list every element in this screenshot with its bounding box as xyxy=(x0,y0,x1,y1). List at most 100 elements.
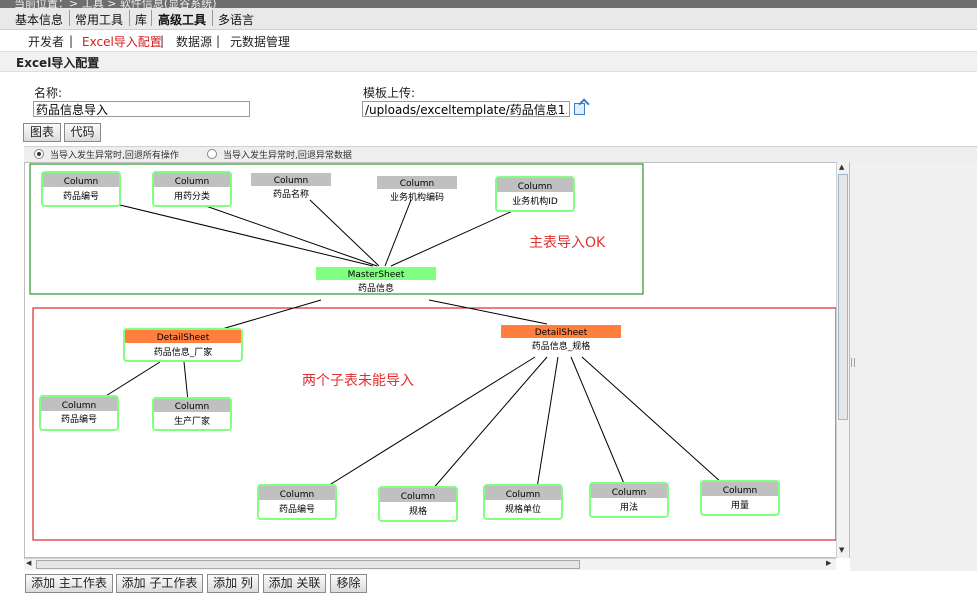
annotation-master-ok: 主表导入OK xyxy=(529,235,606,251)
node-title: MasterSheet xyxy=(348,270,405,280)
right-pane: || xyxy=(850,162,977,571)
menu-separator xyxy=(151,10,152,26)
scroll-right-icon[interactable]: ▶ xyxy=(826,559,831,567)
connector-line xyxy=(384,199,412,267)
master-column-node[interactable]: Column 业务机构ID xyxy=(495,176,575,212)
node-title: Column xyxy=(723,486,757,496)
node-title: Column xyxy=(518,182,552,192)
connector-line xyxy=(390,208,518,267)
page-title: Excel导入配置 xyxy=(16,56,100,70)
name-label: 名称: xyxy=(34,86,63,100)
node-title: Column xyxy=(401,492,435,502)
node-label: 用量 xyxy=(731,500,749,511)
vertical-scrollbar[interactable]: ▲ ▼ xyxy=(836,162,849,558)
node-title: Column xyxy=(612,488,646,498)
node-label: 药品编号 xyxy=(279,503,315,515)
submenu-datasource[interactable]: 数据源 xyxy=(176,33,212,50)
scroll-left-icon[interactable]: ◀ xyxy=(26,559,31,567)
submenu-separator: | xyxy=(69,34,74,48)
node-label: 药品信息 xyxy=(358,282,394,294)
master-sheet-node[interactable]: MasterSheet 药品信息 xyxy=(316,267,436,294)
node-label: 药品编号 xyxy=(61,413,97,425)
menu-item-common-tools[interactable]: 常用工具 xyxy=(75,11,123,28)
connector-line xyxy=(428,299,548,325)
master-column-node[interactable]: Column 药品编号 xyxy=(41,171,121,207)
submenu-developer[interactable]: 开发者 xyxy=(28,33,64,50)
detail-column-node[interactable]: Column 药品编号 xyxy=(39,395,119,431)
node-title: Column xyxy=(400,179,434,189)
scroll-down-icon[interactable]: ▼ xyxy=(839,546,844,554)
connector-line xyxy=(570,356,626,487)
option-rollback-all-label: 当导入发生异常时,回退所有操作 xyxy=(50,151,179,161)
radio-rollback-error[interactable] xyxy=(207,149,217,159)
breadcrumb-bar: 当前位置：> 工具 > 软件信息(显谷系统) xyxy=(0,0,977,8)
scroll-up-icon[interactable]: ▲ xyxy=(839,163,844,171)
add-child-sheet-button[interactable]: 添加 子工作表 xyxy=(116,574,203,593)
node-title: Column xyxy=(175,177,209,187)
node-label: 规格单位 xyxy=(505,503,541,515)
node-title: Column xyxy=(506,490,540,500)
detail-column-node[interactable]: Column 生产厂家 xyxy=(152,397,232,431)
add-relation-button[interactable]: 添加 关联 xyxy=(263,574,326,593)
add-main-sheet-button[interactable]: 添加 主工作表 xyxy=(25,574,113,593)
detail-column-node[interactable]: Column 规格单位 xyxy=(483,484,563,520)
remove-button[interactable]: 移除 xyxy=(330,574,367,593)
menu-item-advanced-tools[interactable]: 高级工具 xyxy=(158,11,206,28)
name-input[interactable] xyxy=(33,101,250,117)
tab-chart[interactable]: 图表 xyxy=(23,123,61,142)
add-column-button[interactable]: 添加 列 xyxy=(207,574,259,593)
node-label: 药品名称 xyxy=(273,188,309,200)
menu-item-multilanguage[interactable]: 多语言 xyxy=(218,11,254,28)
vertical-scroll-thumb[interactable] xyxy=(838,174,848,420)
template-label: 模板上传: xyxy=(363,86,416,100)
menu-separator xyxy=(212,10,213,26)
detail-sheet-node[interactable]: DetailSheet 药品信息_规格 xyxy=(501,325,621,352)
connector-line xyxy=(221,299,322,330)
node-title: Column xyxy=(175,402,209,412)
node-label: 用药分类 xyxy=(174,190,210,202)
splitter-grip[interactable]: || xyxy=(850,358,856,368)
menu-item-basic-info[interactable]: 基本信息 xyxy=(15,11,63,28)
submenu-separator: | xyxy=(216,34,221,48)
connector-line xyxy=(309,199,380,267)
node-label: 生产厂家 xyxy=(174,415,210,427)
detail-sheet-node[interactable]: DetailSheet 药品信息_厂家 xyxy=(123,328,243,362)
node-label: 业务机构编码 xyxy=(390,191,444,203)
connector-line xyxy=(119,204,374,267)
menu-item-library[interactable]: 库 xyxy=(135,11,147,28)
diagram-svg: Column 药品编号 Column 用药分类 Column 药品名称 Colu… xyxy=(29,163,837,541)
annotation-detail-failed: 两个子表未能导入 xyxy=(302,373,414,389)
radio-rollback-all[interactable] xyxy=(34,149,44,159)
detail-column-node[interactable]: Column 药品编号 xyxy=(257,484,337,520)
horizontal-scroll-thumb[interactable] xyxy=(36,560,580,569)
detail-column-node[interactable]: Column 用法 xyxy=(589,482,669,518)
menu-separator xyxy=(129,10,130,26)
node-label: 药品信息_厂家 xyxy=(154,346,213,358)
connector-line xyxy=(100,361,161,400)
master-column-node[interactable]: Column 药品名称 xyxy=(251,173,331,200)
option-rollback-error-label: 当导入发生异常时,回退异常数据 xyxy=(223,151,352,161)
master-column-node[interactable]: Column 用药分类 xyxy=(152,171,232,207)
node-label: 用法 xyxy=(620,501,638,513)
connector-line xyxy=(536,356,559,489)
submenu-metadata[interactable]: 元数据管理 xyxy=(230,33,290,50)
tab-code[interactable]: 代码 xyxy=(64,123,101,142)
master-column-node[interactable]: Column 业务机构编码 xyxy=(377,176,457,203)
submenu-excel-import[interactable]: Excel导入配置 xyxy=(82,33,162,50)
submenu-separator: | xyxy=(160,34,165,48)
node-label: 药品信息_规格 xyxy=(532,340,591,352)
node-title: Column xyxy=(62,401,96,411)
node-title: DetailSheet xyxy=(535,328,588,338)
horizontal-scrollbar[interactable]: ◀ ▶ xyxy=(24,558,836,570)
template-path-input[interactable] xyxy=(362,101,570,117)
detail-column-node[interactable]: Column 用量 xyxy=(700,480,780,516)
node-label: 业务机构ID xyxy=(512,195,558,207)
diagram-canvas[interactable]: Column 药品编号 Column 用药分类 Column 药品名称 Colu… xyxy=(24,162,850,558)
detail-column-node[interactable]: Column 规格 xyxy=(378,486,458,522)
node-label: 规格 xyxy=(409,505,427,517)
connector-line xyxy=(581,356,723,484)
upload-icon[interactable] xyxy=(574,103,585,115)
connector-line xyxy=(183,361,189,402)
node-label: 药品编号 xyxy=(63,190,99,202)
connector-line xyxy=(430,356,548,492)
